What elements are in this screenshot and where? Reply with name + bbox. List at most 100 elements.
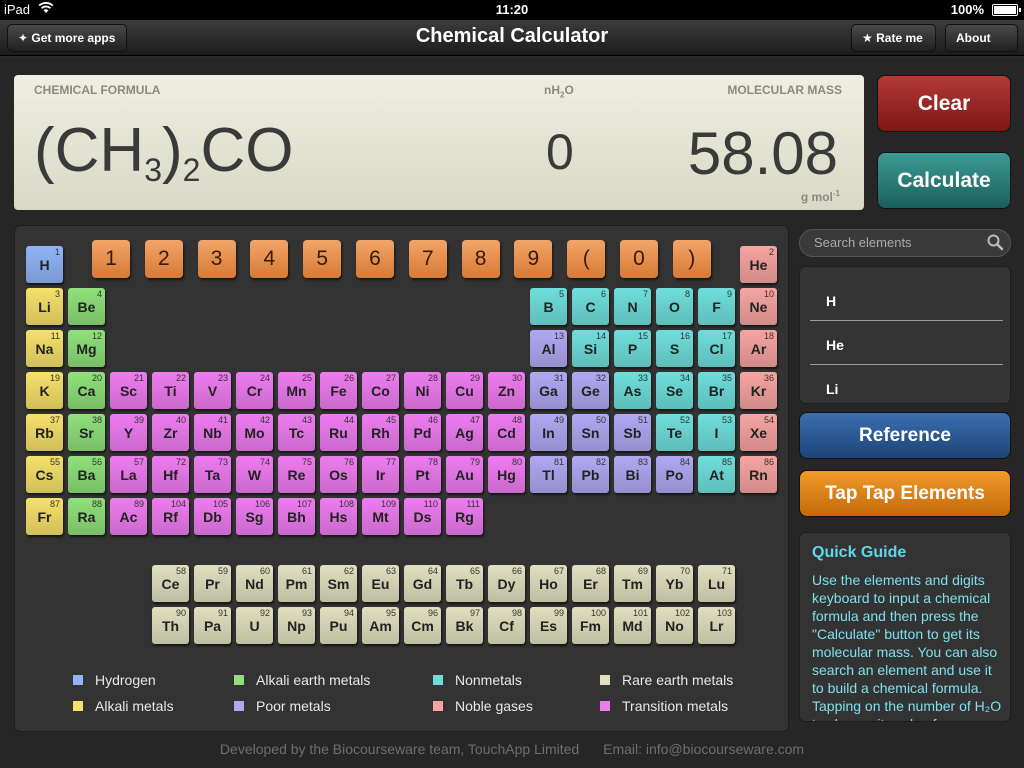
digit-key[interactable]: 0 <box>620 240 658 278</box>
element-tm[interactable]: 69 Tm <box>614 565 651 602</box>
element-np[interactable]: 93 Np <box>278 607 315 644</box>
element-si[interactable]: 14 Si <box>572 330 609 367</box>
element-o[interactable]: 8O <box>656 288 693 325</box>
digit-key[interactable]: ) <box>672 240 711 278</box>
element-no[interactable]: 102 No <box>656 607 693 644</box>
digit-key[interactable]: 3 <box>197 240 236 278</box>
element-sn[interactable]: 50 Sn <box>572 414 609 451</box>
element-ta[interactable]: 73 Ta <box>194 456 231 493</box>
element-cs[interactable]: 55 Cs <box>26 456 63 493</box>
element-li[interactable]: 3 Li <box>26 288 63 325</box>
element-ds[interactable]: 110 Ds <box>404 498 441 535</box>
element-pu[interactable]: 94 Pu <box>320 607 357 644</box>
element-nb[interactable]: 41 Nb <box>194 414 231 451</box>
reference-button[interactable]: Reference <box>799 412 1011 459</box>
element-zr[interactable]: 40 Zr <box>152 414 189 451</box>
element-pm[interactable]: 61 Pm <box>278 565 315 602</box>
element-zn[interactable]: 30 Zn <box>488 372 525 409</box>
element-at[interactable]: 85 At <box>698 456 735 493</box>
digit-key[interactable]: 9 <box>514 240 553 278</box>
element-rb[interactable]: 37 Rb <box>26 414 63 451</box>
element-os[interactable]: 76 Os <box>320 456 357 493</box>
element-bk[interactable]: 97 Bk <box>446 607 483 644</box>
calculate-button[interactable]: Calculate <box>877 152 1011 209</box>
element-te[interactable]: 52 Te <box>656 414 693 451</box>
element-cl[interactable]: 17 Cl <box>698 330 735 367</box>
element-au[interactable]: 79 Au <box>446 456 483 493</box>
element-hf[interactable]: 72 Hf <box>152 456 189 493</box>
digit-key[interactable]: 7 <box>408 240 447 278</box>
list-item[interactable]: He <box>810 321 1003 365</box>
element-ac[interactable]: 89 Ac <box>110 498 147 535</box>
element-md[interactable]: 101 Md <box>614 607 651 644</box>
digit-key[interactable]: ( <box>567 240 606 278</box>
element-la[interactable]: 57 La <box>110 456 147 493</box>
element-pa[interactable]: 91 Pa <box>194 607 231 644</box>
element-ra[interactable]: 88 Ra <box>68 498 105 535</box>
element-br[interactable]: 35 Br <box>698 372 735 409</box>
element-h[interactable]: 1H <box>26 246 63 283</box>
digit-key[interactable]: 4 <box>250 240 289 278</box>
element-cr[interactable]: 24 Cr <box>236 372 273 409</box>
element-ho[interactable]: 67 Ho <box>530 565 567 602</box>
element-n[interactable]: 7N <box>614 288 651 325</box>
element-xe[interactable]: 54 Xe <box>740 414 777 451</box>
element-ne[interactable]: 10 Ne <box>740 288 777 325</box>
element-ni[interactable]: 28 Ni <box>404 372 441 409</box>
element-es[interactable]: 99 Es <box>530 607 567 644</box>
element-yb[interactable]: 70 Yb <box>656 565 693 602</box>
element-lr[interactable]: 103 Lr <box>698 607 735 644</box>
digit-key[interactable]: 5 <box>303 240 342 278</box>
element-cm[interactable]: 96 Cm <box>404 607 441 644</box>
element-pr[interactable]: 59 Pr <box>194 565 231 602</box>
element-hg[interactable]: 80 Hg <box>488 456 525 493</box>
element-na[interactable]: 11 Na <box>26 330 63 367</box>
digit-key[interactable]: 8 <box>461 240 500 278</box>
element-am[interactable]: 95 Am <box>362 607 399 644</box>
element-fr[interactable]: 87 Fr <box>26 498 63 535</box>
element-mg[interactable]: 12 Mg <box>68 330 105 367</box>
element-nd[interactable]: 60 Nd <box>236 565 273 602</box>
element-th[interactable]: 90 Th <box>152 607 189 644</box>
element-sr[interactable]: 38 Sr <box>68 414 105 451</box>
element-hs[interactable]: 108 Hs <box>320 498 357 535</box>
element-gd[interactable]: 64 Gd <box>404 565 441 602</box>
element-mn[interactable]: 25 Mn <box>278 372 315 409</box>
element-he[interactable]: 2 He <box>740 246 777 283</box>
element-tb[interactable]: 65 Tb <box>446 565 483 602</box>
element-ar[interactable]: 18 Ar <box>740 330 777 367</box>
element-u[interactable]: 92 U <box>236 607 273 644</box>
element-pt[interactable]: 78 Pt <box>404 456 441 493</box>
element-in[interactable]: 49 In <box>530 414 567 451</box>
list-item[interactable]: Li <box>810 365 1003 409</box>
element-ti[interactable]: 22 Ti <box>152 372 189 409</box>
element-tl[interactable]: 81 Tl <box>530 456 567 493</box>
element-be[interactable]: 4 Be <box>68 288 105 325</box>
nh2o-value[interactable]: 0 <box>546 123 574 181</box>
element-sb[interactable]: 51 Sb <box>614 414 651 451</box>
element-cf[interactable]: 98 Cf <box>488 607 525 644</box>
element-er[interactable]: 68 Er <box>572 565 609 602</box>
element-ce[interactable]: 58 Ce <box>152 565 189 602</box>
element-pb[interactable]: 82 Pb <box>572 456 609 493</box>
digit-key[interactable]: 2 <box>144 240 183 278</box>
element-ga[interactable]: 31 Ga <box>530 372 567 409</box>
element-as[interactable]: 33 As <box>614 372 651 409</box>
element-fe[interactable]: 26 Fe <box>320 372 357 409</box>
element-db[interactable]: 105 Db <box>194 498 231 535</box>
rate-me-button[interactable]: ★ Rate me <box>851 24 936 52</box>
element-b[interactable]: 5B <box>530 288 567 325</box>
element-mt[interactable]: 109 Mt <box>362 498 399 535</box>
digit-key[interactable]: 6 <box>356 240 394 278</box>
element-al[interactable]: 13 Al <box>530 330 567 367</box>
element-ba[interactable]: 56 Ba <box>68 456 105 493</box>
footer-email[interactable]: Email: info@biocourseware.com <box>603 741 804 757</box>
element-rn[interactable]: 86 Rn <box>740 456 777 493</box>
element-k[interactable]: 19 K <box>26 372 63 409</box>
element-ru[interactable]: 44 Ru <box>320 414 357 451</box>
search-icon[interactable] <box>986 233 1004 251</box>
nh2o-label[interactable]: nH2O <box>544 83 574 99</box>
search-input[interactable] <box>814 235 974 250</box>
element-dy[interactable]: 66 Dy <box>488 565 525 602</box>
element-re[interactable]: 75 Re <box>278 456 315 493</box>
